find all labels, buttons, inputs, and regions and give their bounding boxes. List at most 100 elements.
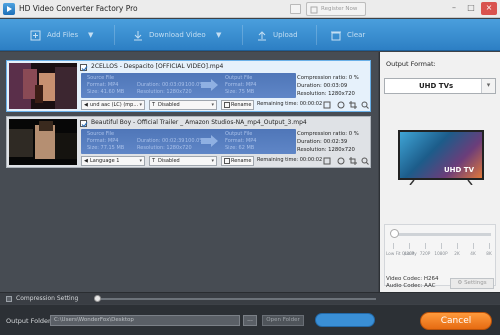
source-size: Size: 41.60 MB: [87, 89, 125, 95]
gear-icon: ⚙: [457, 280, 463, 286]
bottom-bar: Output Folder: C:\Users\WonderFox\Deskto…: [0, 305, 500, 335]
task-controls: ◀ und aac (LC) (mp... ▾ T Disabled ▾ Ren…: [81, 100, 370, 110]
settings-button[interactable]: ⚙ Settings: [450, 278, 494, 289]
window-title: HD Video Converter Factory Pro: [19, 4, 138, 13]
add-file-icon: [30, 30, 41, 41]
compression-slider-track[interactable]: [96, 298, 376, 300]
tv-preview-image: UHD TV: [398, 130, 484, 186]
subtitle-select[interactable]: T Disabled ▾: [149, 100, 217, 110]
quality-tick: [489, 243, 490, 249]
crop-icon[interactable]: [349, 157, 357, 165]
compression-slider-thumb[interactable]: [94, 295, 101, 302]
output-folder-input[interactable]: C:\Users\WonderFox\Desktop: [50, 315, 240, 326]
output-format: Format: MP4: [225, 82, 257, 88]
audio-track-select[interactable]: ◀ und aac (LC) (mp... ▾: [81, 100, 145, 110]
app-logo-icon: [3, 3, 15, 15]
source-file-label: Source File: [87, 131, 115, 137]
output-format-panel: Output Format: UHD TVs ▾ UHD TV Low Fit …: [379, 52, 500, 292]
minimize-icon[interactable]: –: [446, 2, 462, 15]
conversion-info: Source File Format: MP4 Size: 41.60 MB D…: [81, 73, 296, 98]
task-checkbox[interactable]: [80, 64, 88, 72]
download-video-label: Download Video: [149, 31, 206, 39]
close-icon[interactable]: ×: [481, 2, 497, 15]
register-label: Register Now: [321, 6, 358, 12]
toolbar-divider: [114, 25, 115, 45]
crop-icon[interactable]: [349, 101, 357, 109]
source-format: Format: MP4: [87, 82, 119, 88]
maximize-icon[interactable]: □: [463, 2, 479, 15]
effect-icon[interactable]: [337, 101, 345, 109]
upload-label: Upload: [273, 31, 298, 39]
add-files-label: Add Files: [47, 31, 79, 39]
gift-icon[interactable]: [290, 4, 301, 14]
toolbar-divider: [242, 25, 243, 45]
tv-screen: UHD TV: [398, 130, 484, 180]
conversion-info: Source File Format: MP4 Size: 77.15 MB D…: [81, 129, 296, 154]
task-actions: [323, 100, 369, 110]
duration: Duration: 00:03:09: [297, 83, 348, 89]
compression-label: Compression Setting: [16, 295, 79, 302]
dropdown-icon: ▾: [211, 158, 214, 164]
subtitle-value: Disabled: [158, 102, 180, 108]
task-controls: ◀ Language 1 ▾ T Disabled ▾ Rename Remai…: [81, 156, 370, 166]
quality-track[interactable]: [391, 233, 491, 236]
toolbar-divider: [316, 25, 317, 45]
output-folder-label: Output Folder:: [6, 317, 53, 325]
audio-track-value: und aac (LC) (mp...: [90, 102, 139, 108]
output-format-label: Output Format:: [386, 60, 436, 68]
rename-label: Rename: [231, 102, 252, 108]
task-checkbox[interactable]: [80, 120, 88, 128]
search-icon[interactable]: [361, 157, 369, 165]
quality-label: 720P: [419, 251, 431, 256]
source-resolution: Resolution: 1280x720: [137, 89, 192, 95]
source-duration: Duration: 00:02:39: [137, 138, 185, 144]
source-format: Format: MP4: [87, 138, 119, 144]
quality-label: 480P: [403, 251, 415, 256]
format-select[interactable]: UHD TVs ▾: [384, 78, 496, 94]
chevron-down-icon[interactable]: ▾: [481, 79, 495, 93]
settings-label: Settings: [464, 280, 487, 286]
source-size: Size: 77.15 MB: [87, 145, 125, 151]
output-file-label: Output File: [225, 75, 253, 81]
subtitle-icon: T: [152, 158, 156, 164]
register-button[interactable]: Register Now: [306, 2, 366, 16]
edit-icon[interactable]: [323, 157, 331, 165]
audio-track-value: Language 1: [90, 158, 120, 164]
task-list: 2CELLOS - Despacito [OFFICIAL VIDEO].mp4…: [0, 52, 378, 292]
upload-icon: [258, 31, 266, 41]
video-codec: Video Codec: H264: [386, 276, 439, 282]
quality-label: Low Fit Quality: [386, 251, 417, 256]
video-thumbnail[interactable]: [9, 119, 77, 165]
task-actions: [323, 156, 369, 166]
compression-ratio: Compression ratio: 0 %: [297, 75, 359, 81]
open-folder-button[interactable]: Open Folder: [262, 315, 304, 326]
task-row[interactable]: Beautiful Boy - Official Trailer _ Amazo…: [6, 116, 371, 168]
subtitle-select[interactable]: T Disabled ▾: [149, 156, 217, 166]
search-icon[interactable]: [361, 101, 369, 109]
tv-stand-icon: [409, 180, 473, 185]
rename-button[interactable]: Rename: [221, 156, 254, 166]
video-thumbnail[interactable]: [9, 63, 77, 109]
task-meta: Compression ratio: 0 % Duration: 00:03:0…: [297, 73, 369, 98]
cancel-button[interactable]: Cancel: [420, 312, 492, 330]
remaining-time: Remaining time: 00:00:02: [257, 157, 323, 163]
quality-tick: [441, 243, 442, 249]
audio-track-select[interactable]: ◀ Language 1 ▾: [81, 156, 145, 166]
source-resolution: Resolution: 1280x720: [137, 145, 192, 151]
add-files-dropdown-icon[interactable]: ▼: [88, 25, 93, 45]
quality-tick: [425, 243, 426, 249]
download-dropdown-icon[interactable]: ▼: [216, 25, 221, 45]
dropdown-icon: ▾: [139, 102, 142, 108]
rename-button[interactable]: Rename: [221, 100, 254, 110]
quality-label: 2K: [454, 251, 460, 256]
clear-label: Clear: [347, 31, 366, 39]
task-row[interactable]: 2CELLOS - Despacito [OFFICIAL VIDEO].mp4…: [6, 60, 371, 112]
edit-icon[interactable]: [323, 101, 331, 109]
quality-slider-thumb[interactable]: [390, 229, 399, 238]
effect-icon[interactable]: [337, 157, 345, 165]
arrow-right-icon: [201, 79, 218, 91]
quality-tick: [409, 243, 410, 249]
browse-button[interactable]: ...: [243, 315, 257, 326]
compression-checkbox[interactable]: [6, 296, 12, 302]
task-meta: Compression ratio: 0 % Duration: 00:02:3…: [297, 129, 369, 154]
